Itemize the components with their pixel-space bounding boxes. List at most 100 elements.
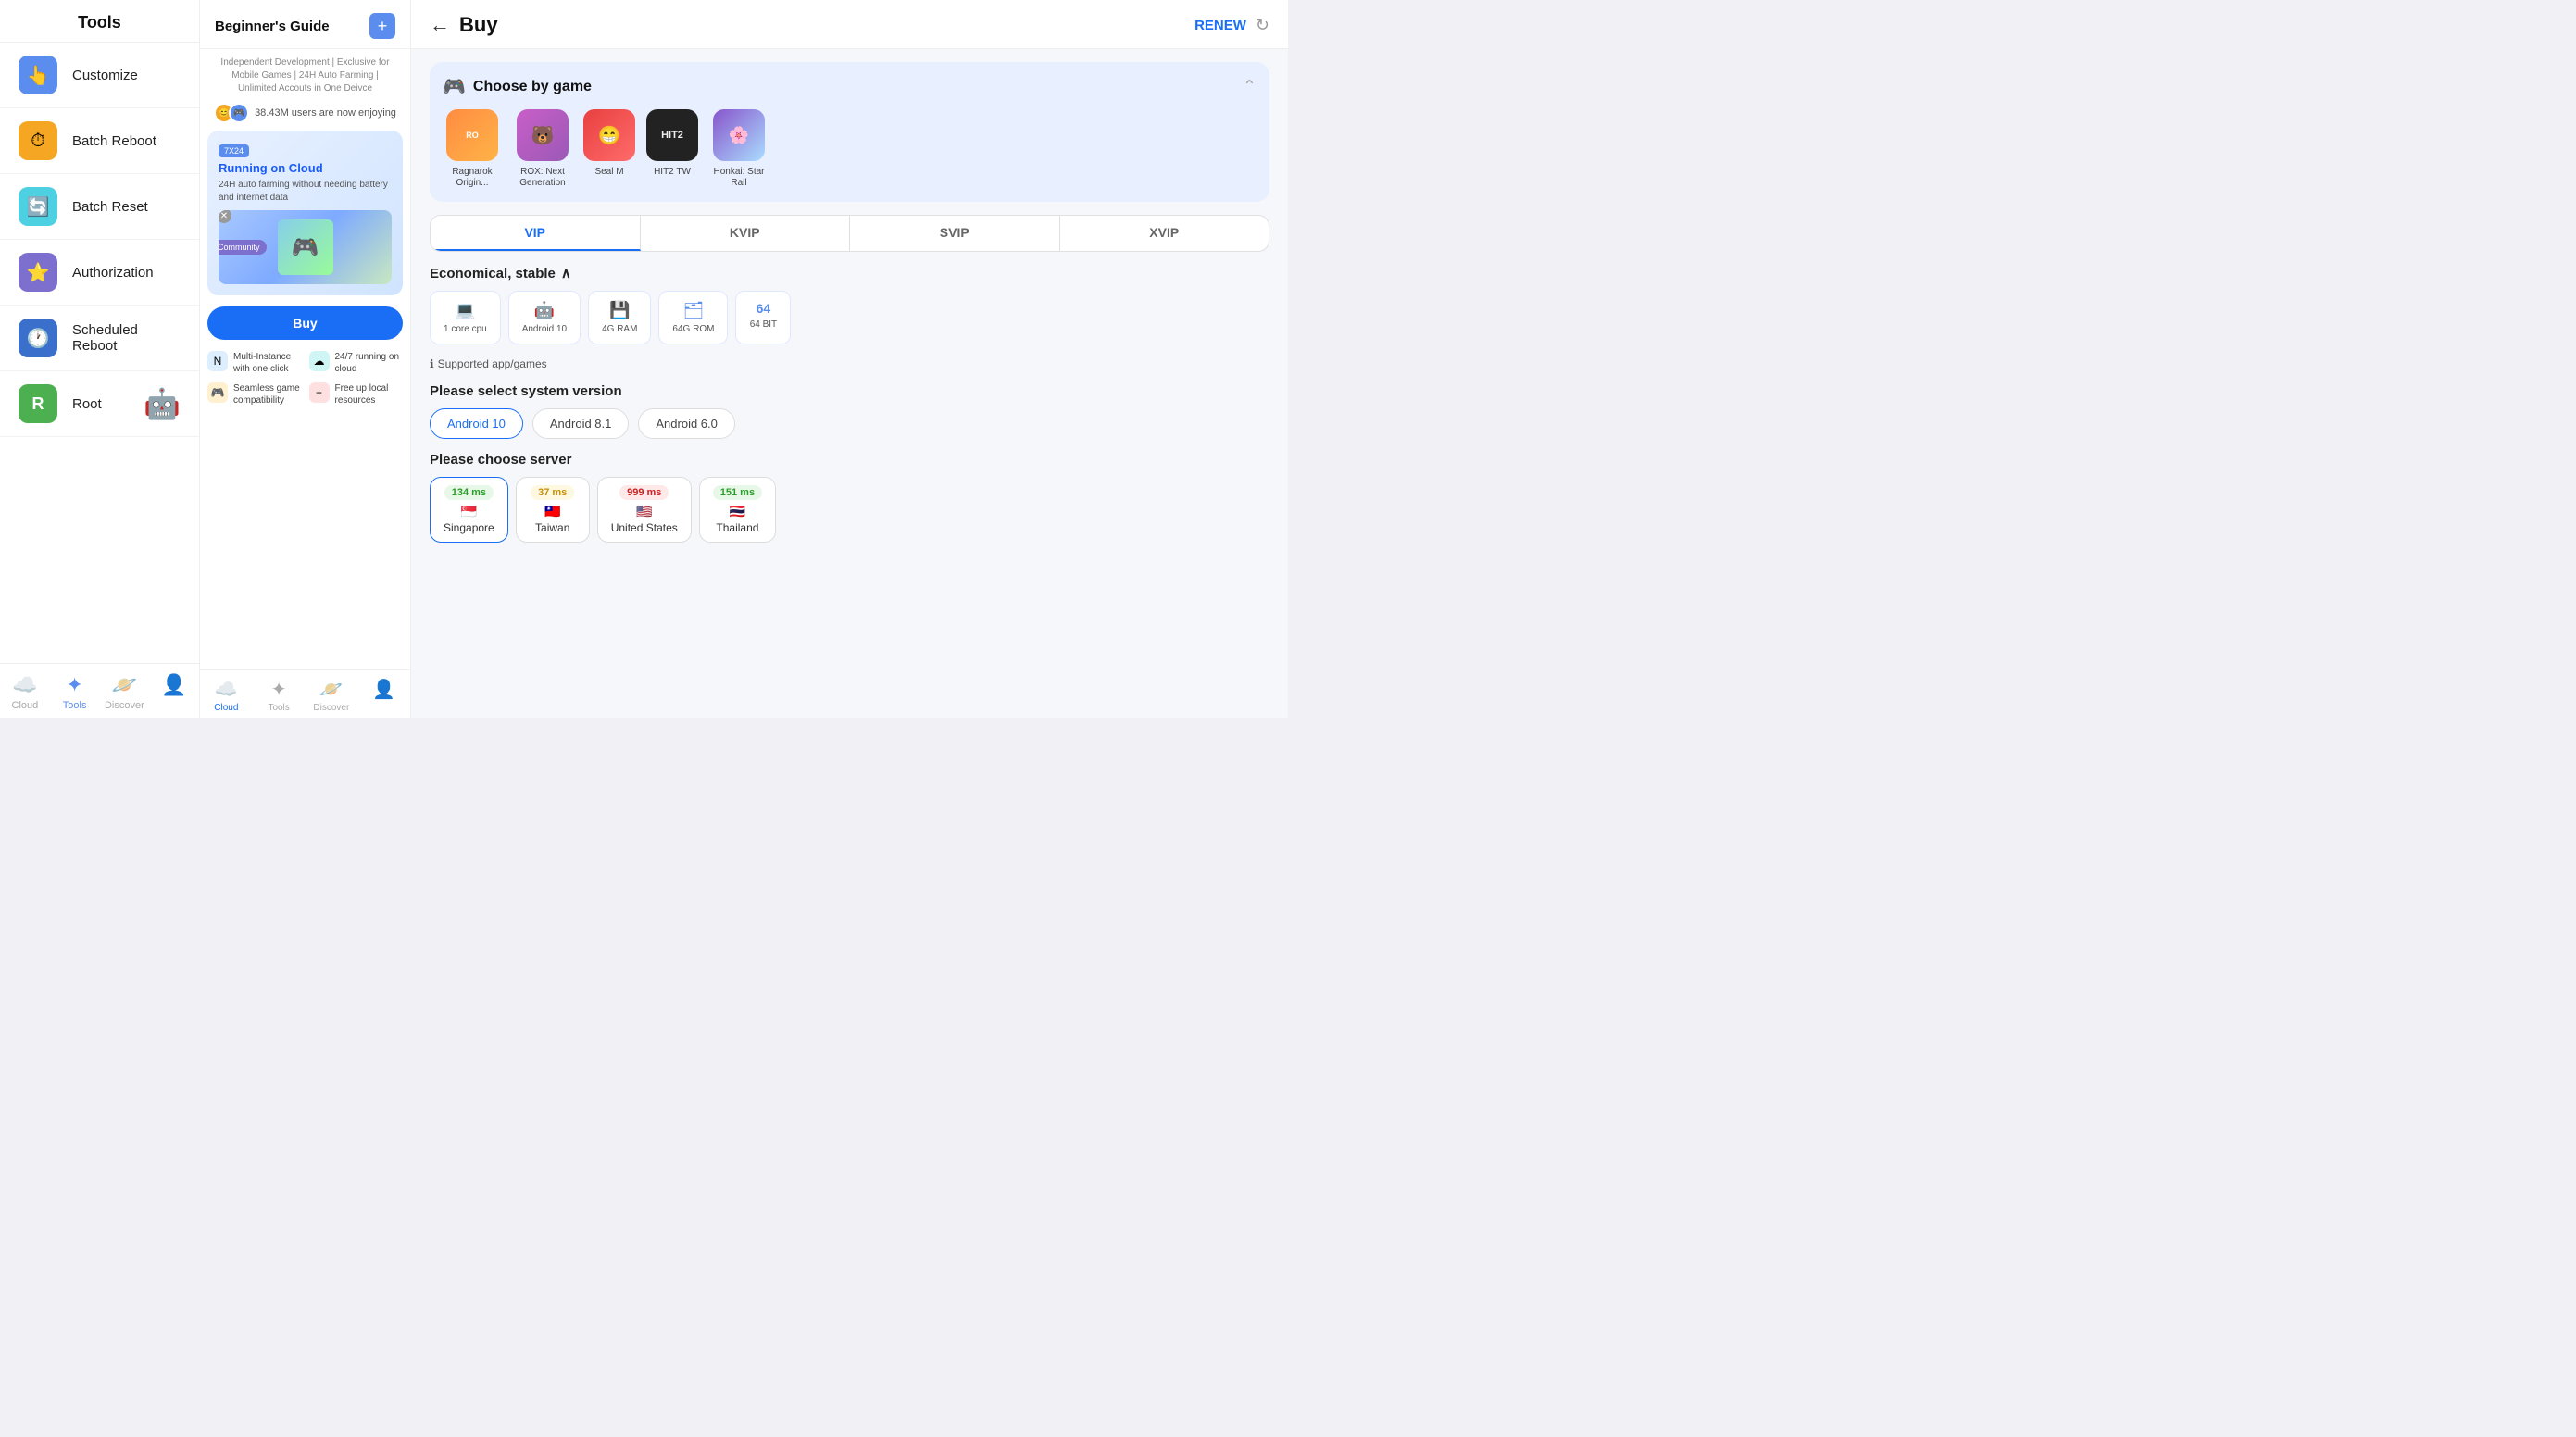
taiwan-name: Taiwan <box>535 521 569 534</box>
nav-tools[interactable]: ✦ Tools <box>50 664 100 718</box>
ram-icon: 💾 <box>609 301 630 320</box>
mid-agent-icon: 👤 <box>372 678 395 701</box>
cloud-icon: ☁️ <box>12 673 37 697</box>
tab-svip[interactable]: SVIP <box>850 216 1060 251</box>
game-honkai[interactable]: 🌸 Honkai: Star Rail <box>709 109 769 189</box>
tool-item-authorization[interactable]: ⭐ Authorization <box>0 240 199 306</box>
buy-button[interactable]: Buy <box>207 306 403 340</box>
agent-nav-icon: 👤 <box>161 673 186 697</box>
users-count-text: 38.43M users are now enjoying <box>255 107 396 119</box>
server-row: 134 ms 🇸🇬 Singapore 37 ms 🇹🇼 Taiwan 999 … <box>430 477 1269 543</box>
scheduled-reboot-label: Scheduled Reboot <box>72 322 181 354</box>
ragnarok-thumb: RO <box>446 109 498 161</box>
taiwan-ping: 37 ms <box>531 485 574 500</box>
guide-header: Beginner's Guide + <box>200 0 410 49</box>
cpu-icon: 💻 <box>455 301 475 320</box>
feature-cloud: ☁ 24/7 running on cloud <box>309 351 404 375</box>
game-rox[interactable]: 🐻 ROX: Next Generation <box>513 109 572 189</box>
renew-button[interactable]: RENEW <box>1194 18 1246 33</box>
customize-label: Customize <box>72 68 138 83</box>
spec-android[interactable]: 🤖 Android 10 <box>508 291 581 344</box>
banner-section: 7X24 Running on Cloud 24H auto farming w… <box>207 131 403 295</box>
batch-reset-label: Batch Reset <box>72 199 148 215</box>
choose-game-title: Choose by game <box>473 79 592 95</box>
tab-kvip[interactable]: KVIP <box>641 216 851 251</box>
tool-item-scheduled-reboot[interactable]: 🕐 Scheduled Reboot <box>0 306 199 371</box>
android10-btn[interactable]: Android 10 <box>430 408 523 439</box>
guide-subtitle: Independent Development | Exclusive for … <box>200 49 410 99</box>
feature-game-compat: 🎮 Seamless game compatibility <box>207 382 302 406</box>
supported-text: Supported app/games <box>438 357 547 370</box>
bit-icon: 64 <box>757 301 771 316</box>
tool-item-batch-reset[interactable]: 🔄 Batch Reset <box>0 174 199 240</box>
mid-nav-agent[interactable]: 👤 <box>357 670 410 718</box>
server-us[interactable]: 999 ms 🇺🇸 United States <box>597 477 692 543</box>
card-header-left: 🎮 Choose by game <box>443 75 592 98</box>
android81-btn[interactable]: Android 8.1 <box>532 408 630 439</box>
game-ragnarok[interactable]: RO Ragnarok Origin... <box>443 109 502 189</box>
free-local-icon: + <box>309 382 330 403</box>
close-icon[interactable]: ✕ <box>219 210 231 223</box>
nav-agent[interactable]: 👤 <box>149 664 199 718</box>
spec-bit[interactable]: 64 64 BIT <box>735 291 791 344</box>
batch-reboot-label: Batch Reboot <box>72 133 156 149</box>
server-taiwan[interactable]: 37 ms 🇹🇼 Taiwan <box>516 477 590 543</box>
us-flag: 🇺🇸 <box>636 504 652 519</box>
spec-rom[interactable]: 🗂 64G ROM <box>658 291 728 344</box>
mid-tools-icon: ✦ <box>271 678 287 701</box>
server-thailand[interactable]: 151 ms 🇹🇭 Thailand <box>699 477 776 543</box>
feature-local-label: Free up local resources <box>335 382 404 406</box>
gamepad-icon: 🎮 <box>443 75 466 98</box>
vip-tabs: VIP KVIP SVIP XVIP <box>430 215 1269 252</box>
scheduled-reboot-icon: 🕐 <box>19 319 57 357</box>
rom-icon: 🗂 <box>683 301 705 320</box>
tab-xvip[interactable]: XVIP <box>1060 216 1269 251</box>
thailand-flag: 🇹🇭 <box>730 504 745 519</box>
ragnarok-label: Ragnarok Origin... <box>443 167 502 189</box>
authorization-icon: ⭐ <box>19 253 57 292</box>
guide-title: Beginner's Guide <box>215 19 330 34</box>
server-singapore[interactable]: 134 ms 🇸🇬 Singapore <box>430 477 508 543</box>
mid-nav-discover[interactable]: 🪐 Discover <box>306 670 358 718</box>
tab-vip[interactable]: VIP <box>431 216 641 251</box>
nav-discover[interactable]: 🪐 Discover <box>100 664 150 718</box>
avatar-2: 🎮 <box>229 103 249 123</box>
tool-item-batch-reboot[interactable]: ⏱ Batch Reboot <box>0 108 199 174</box>
root-icon: R <box>19 384 57 423</box>
mid-tools-label: Tools <box>268 703 289 713</box>
game-seal[interactable]: 😁 Seal M <box>583 109 635 189</box>
banner-game-preview: 🎮 <box>278 219 333 275</box>
user-avatars: 😊 🎮 <box>214 103 249 123</box>
feature-compat-label: Seamless game compatibility <box>233 382 302 406</box>
rom-label: 64G ROM <box>672 324 714 334</box>
tools-nav-label: Tools <box>63 700 87 711</box>
tool-item-customize[interactable]: 👆 Customize <box>0 43 199 108</box>
customize-icon: 👆 <box>19 56 57 94</box>
authorization-label: Authorization <box>72 265 154 281</box>
users-row: 😊 🎮 38.43M users are now enjoying <box>200 99 410 131</box>
nav-cloud[interactable]: ☁️ Cloud <box>0 664 50 718</box>
spec-ram[interactable]: 💾 4G RAM <box>588 291 651 344</box>
specs-row: 💻 1 core cpu 🤖 Android 10 💾 4G RAM 🗂 64G… <box>430 291 1269 344</box>
tool-item-root[interactable]: R Root 🤖 <box>0 371 199 437</box>
robot-mascot-icon: 🤖 <box>144 386 181 421</box>
spec-cpu[interactable]: 💻 1 core cpu <box>430 291 501 344</box>
feature-cloud-label: 24/7 running on cloud <box>335 351 404 375</box>
features-grid: N Multi-Instance with one click ☁ 24/7 r… <box>200 347 410 414</box>
info-icon: ℹ <box>430 357 434 370</box>
mid-nav-tools[interactable]: ✦ Tools <box>253 670 306 718</box>
game-hit2[interactable]: HIT2 HIT2 TW <box>646 109 698 189</box>
rox-thumb: 🐻 <box>517 109 569 161</box>
mid-cloud-label: Cloud <box>214 703 238 713</box>
collapse-icon[interactable]: ⌃ <box>1243 77 1257 96</box>
back-button[interactable]: ← <box>430 13 450 37</box>
rox-label: ROX: Next Generation <box>513 167 572 189</box>
banner-tag: 7X24 <box>219 144 249 157</box>
cloud-feature-icon: ☁ <box>309 351 330 371</box>
system-btns: Android 10 Android 8.1 Android 6.0 <box>430 408 1269 439</box>
guide-add-button[interactable]: + <box>369 13 395 39</box>
android60-btn[interactable]: Android 6.0 <box>638 408 735 439</box>
refresh-icon[interactable]: ↻ <box>1256 16 1269 35</box>
supported-link[interactable]: ℹ Supported app/games <box>430 357 1269 370</box>
mid-nav-cloud[interactable]: ☁️ Cloud <box>200 670 253 718</box>
